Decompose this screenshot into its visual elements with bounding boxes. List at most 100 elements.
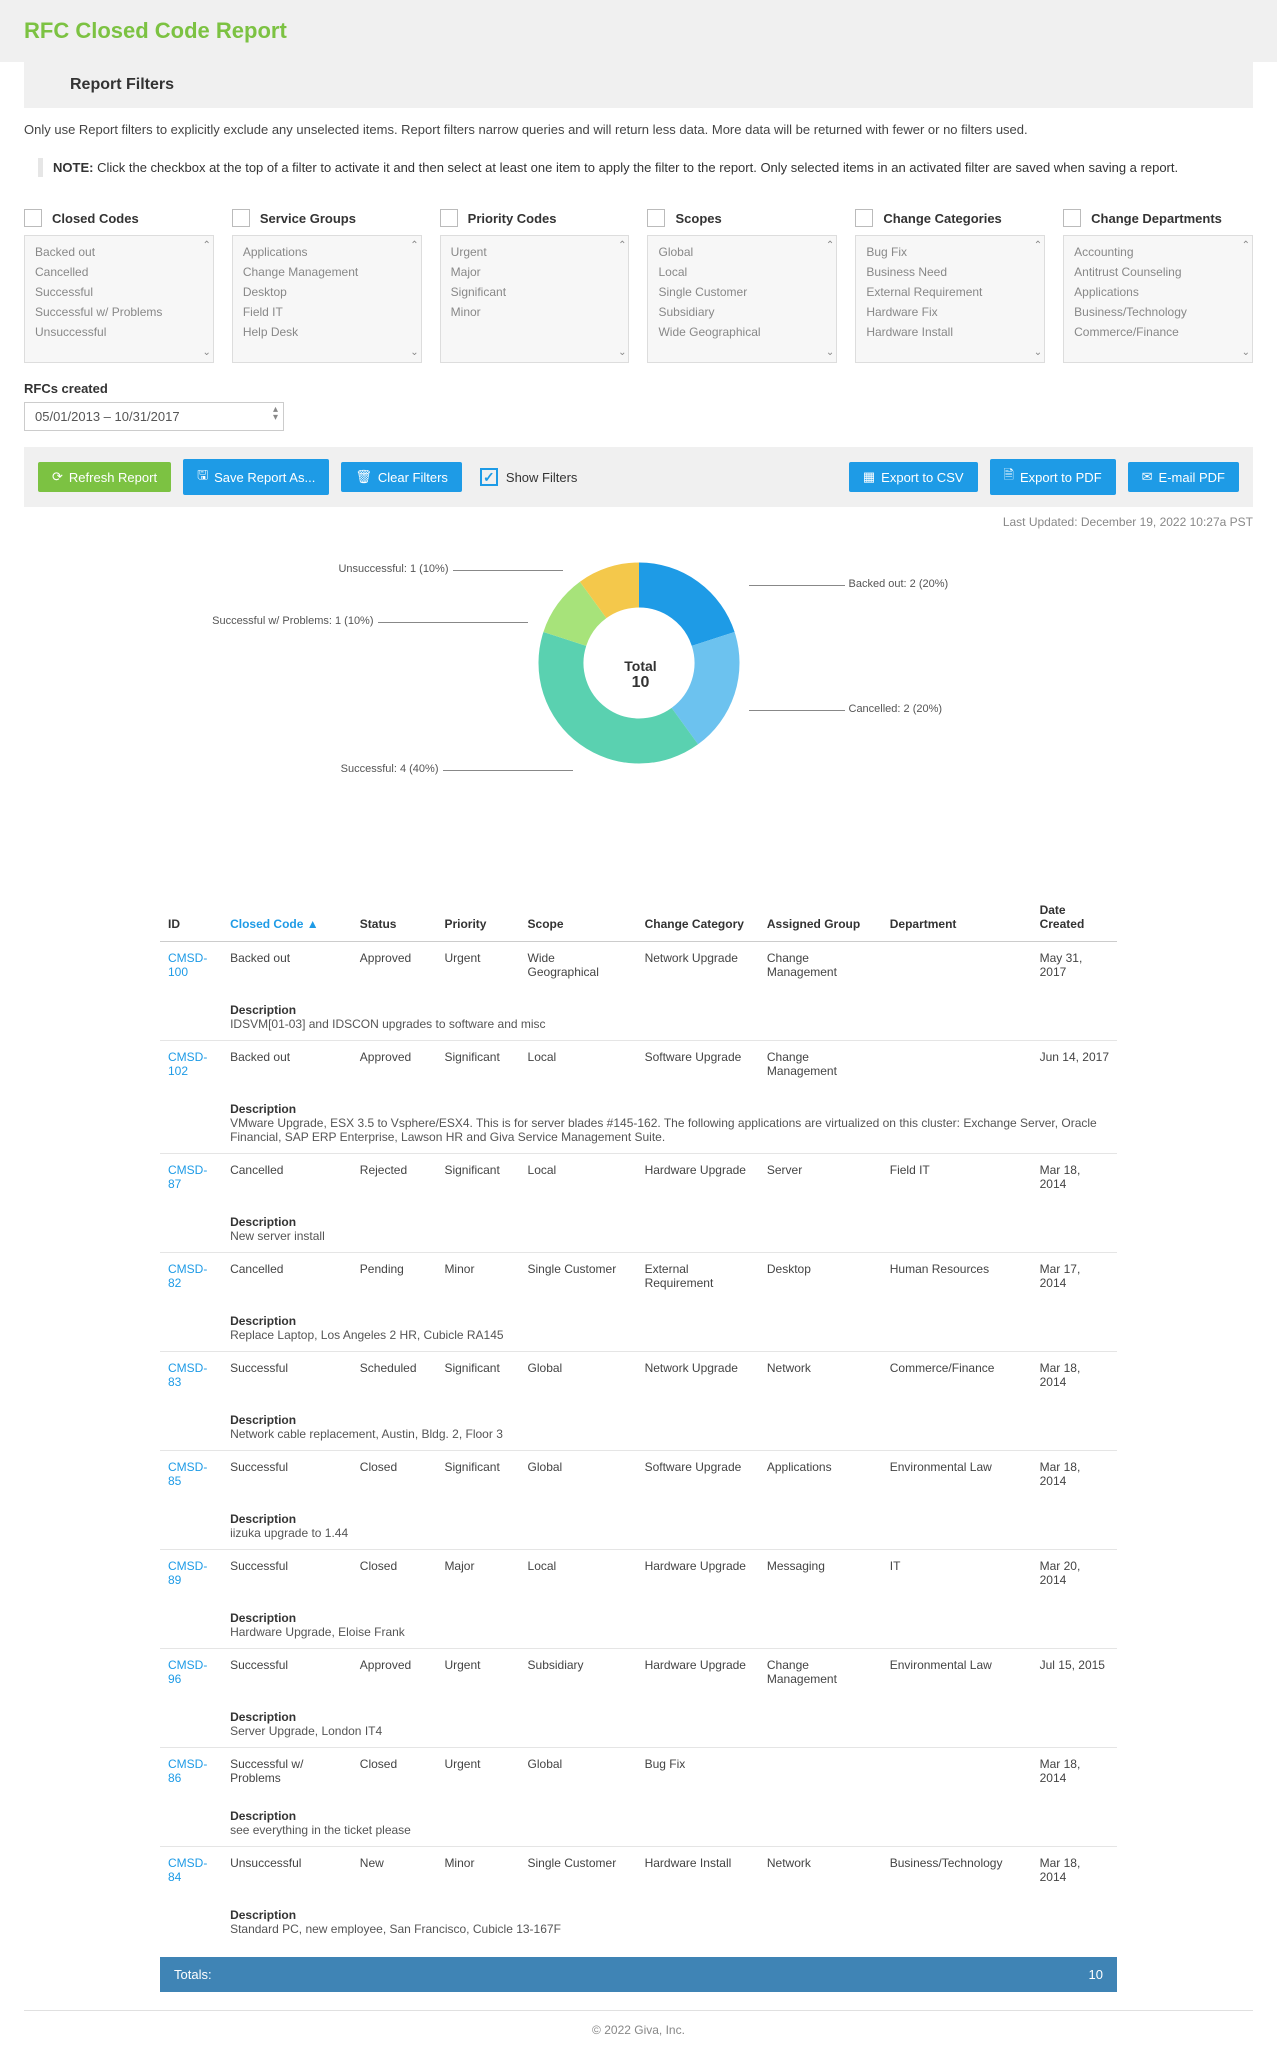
filter-option[interactable]: Antitrust Counseling <box>1072 262 1244 282</box>
col-header[interactable]: Scope <box>520 893 637 942</box>
filter-option[interactable]: Field IT <box>241 302 413 322</box>
table-row-desc: Descriptioniizuka upgrade to 1.44 <box>160 1497 1117 1550</box>
filter-option[interactable]: Unsuccessful <box>33 322 205 342</box>
filter-option[interactable]: Successful w/ Problems <box>33 302 205 322</box>
cell: Environmental Law <box>882 1451 1032 1498</box>
filter-option[interactable]: Minor <box>449 302 621 322</box>
clear-filters-button[interactable]: 🗑 Clear Filters <box>341 462 462 492</box>
scroll-down-icon[interactable]: ⌄ <box>1242 347 1250 358</box>
rfc-id-link[interactable]: CMSD-83 <box>168 1361 207 1389</box>
filter-option[interactable]: Hardware Install <box>864 322 1036 342</box>
filter-option[interactable]: Change Management <box>241 262 413 282</box>
filter-option[interactable]: Commerce/Finance <box>1072 322 1244 342</box>
filter-option[interactable]: Applications <box>241 242 413 262</box>
filter-listbox[interactable]: AccountingAntitrust CounselingApplicatio… <box>1063 235 1253 363</box>
cell: Rejected <box>352 1154 437 1201</box>
filter-option[interactable]: Help Desk <box>241 322 413 342</box>
filter-option[interactable]: Applications <box>1072 282 1244 302</box>
filter-option[interactable]: Local <box>656 262 828 282</box>
refresh-button[interactable]: ⟳ Refresh Report <box>38 462 171 492</box>
filter-label: Change Departments <box>1091 211 1222 226</box>
col-header[interactable]: Department <box>882 893 1032 942</box>
cell: Hardware Upgrade <box>637 1550 759 1597</box>
rfc-id-link[interactable]: CMSD-102 <box>168 1050 207 1078</box>
filter-option[interactable]: Cancelled <box>33 262 205 282</box>
scroll-up-icon[interactable]: ⌃ <box>1034 240 1042 251</box>
filter-option[interactable]: Significant <box>449 282 621 302</box>
filter-option[interactable]: Accounting <box>1072 242 1244 262</box>
filter-checkbox[interactable] <box>1063 209 1081 227</box>
col-header[interactable]: Status <box>352 893 437 942</box>
cell: Successful <box>222 1451 352 1498</box>
show-filters-toggle[interactable]: ✓ Show Filters <box>480 468 578 486</box>
col-header[interactable]: Date Created <box>1032 893 1117 942</box>
last-updated: Last Updated: December 19, 2022 10:27a P… <box>0 507 1277 533</box>
rfc-id-link[interactable]: CMSD-82 <box>168 1262 207 1290</box>
scroll-down-icon[interactable]: ⌄ <box>1034 347 1042 358</box>
email-pdf-label: E-mail PDF <box>1159 470 1225 485</box>
filter-listbox[interactable]: Backed outCancelledSuccessfulSuccessful … <box>24 235 214 363</box>
filter-option[interactable]: Urgent <box>449 242 621 262</box>
rfc-id-link[interactable]: CMSD-100 <box>168 951 207 979</box>
cell: CMSD-89 <box>160 1550 222 1597</box>
col-header[interactable]: Closed Code ▲ <box>222 893 352 942</box>
col-header[interactable]: ID <box>160 893 222 942</box>
filter-checkbox[interactable] <box>440 209 458 227</box>
export-pdf-button[interactable]: 🗎 Export to PDF <box>990 459 1116 495</box>
donut-total-value: 10 <box>601 674 681 692</box>
filter-option[interactable]: Subsidiary <box>656 302 828 322</box>
cell: CMSD-96 <box>160 1649 222 1696</box>
filter-option[interactable]: Business Need <box>864 262 1036 282</box>
filter-option[interactable]: Backed out <box>33 242 205 262</box>
cell: Software Upgrade <box>637 1041 759 1088</box>
rfc-id-link[interactable]: CMSD-89 <box>168 1559 207 1587</box>
filter-option[interactable]: Wide Geographical <box>656 322 828 342</box>
filter-option[interactable]: Successful <box>33 282 205 302</box>
col-header[interactable]: Priority <box>436 893 519 942</box>
cell: Local <box>520 1041 637 1088</box>
filter-option[interactable]: External Requirement <box>864 282 1036 302</box>
scroll-down-icon[interactable]: ⌄ <box>410 347 418 358</box>
filter-option[interactable]: Bug Fix <box>864 242 1036 262</box>
filter-checkbox[interactable] <box>855 209 873 227</box>
scroll-up-icon[interactable]: ⌃ <box>202 240 210 251</box>
export-csv-button[interactable]: ▦ Export to CSV <box>849 462 978 492</box>
scroll-up-icon[interactable]: ⌃ <box>618 240 626 251</box>
filter-option[interactable]: Desktop <box>241 282 413 302</box>
filter-checkbox[interactable] <box>24 209 42 227</box>
cell: Successful <box>222 1550 352 1597</box>
filter-option[interactable]: Business/Technology <box>1072 302 1244 322</box>
scroll-up-icon[interactable]: ⌃ <box>826 240 834 251</box>
email-pdf-button[interactable]: ✉ E-mail PDF <box>1128 462 1239 492</box>
col-header[interactable]: Assigned Group <box>759 893 882 942</box>
filter-listbox[interactable]: Bug FixBusiness NeedExternal Requirement… <box>855 235 1045 363</box>
file-icon: 🗎 <box>1004 466 1014 488</box>
save-report-button[interactable]: 🖫 Save Report As... <box>183 459 329 495</box>
filter-listbox[interactable]: GlobalLocalSingle CustomerSubsidiaryWide… <box>647 235 837 363</box>
scroll-down-icon[interactable]: ⌄ <box>826 347 834 358</box>
filter-option[interactable]: Global <box>656 242 828 262</box>
filter-listbox[interactable]: ApplicationsChange ManagementDesktopFiel… <box>232 235 422 363</box>
scroll-down-icon[interactable]: ⌄ <box>202 347 210 358</box>
rfc-id-link[interactable]: CMSD-87 <box>168 1163 207 1191</box>
rfc-id-link[interactable]: CMSD-84 <box>168 1856 207 1884</box>
donut-total-label: Total <box>601 658 681 674</box>
date-stepper-icon[interactable]: ▴▾ <box>273 406 278 422</box>
rfc-id-link[interactable]: CMSD-85 <box>168 1460 207 1488</box>
col-header[interactable]: Change Category <box>637 893 759 942</box>
chart-label-3: Successful w/ Problems: 1 (10%) <box>212 615 373 627</box>
filter-checkbox[interactable] <box>647 209 665 227</box>
filter-option[interactable]: Major <box>449 262 621 282</box>
filter-listbox[interactable]: UrgentMajorSignificantMinor ⌃ ⌄ <box>440 235 630 363</box>
filter-checkbox[interactable] <box>232 209 250 227</box>
rfc-id-link[interactable]: CMSD-96 <box>168 1658 207 1686</box>
scroll-up-icon[interactable]: ⌃ <box>410 240 418 251</box>
filter-option[interactable]: Hardware Fix <box>864 302 1036 322</box>
date-range-input[interactable] <box>24 402 284 431</box>
rfc-id-link[interactable]: CMSD-86 <box>168 1757 207 1785</box>
filter-option[interactable]: Single Customer <box>656 282 828 302</box>
scroll-up-icon[interactable]: ⌃ <box>1242 240 1250 251</box>
desc-cell: Descriptioniizuka upgrade to 1.44 <box>222 1497 1117 1550</box>
scroll-down-icon[interactable]: ⌄ <box>618 347 626 358</box>
cell: Messaging <box>759 1550 882 1597</box>
